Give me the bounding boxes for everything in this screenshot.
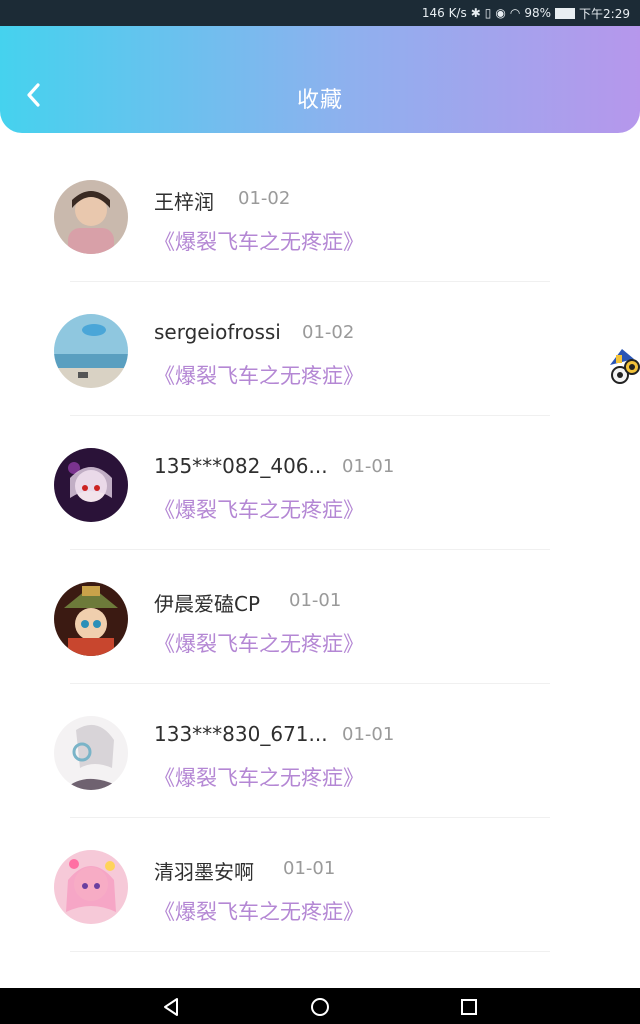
list-item[interactable]: 伊晨爱磕CP 01-01 《爆裂飞车之无疼症》 <box>0 550 640 684</box>
book-title[interactable]: 《爆裂飞车之无疼症》 <box>154 628 364 658</box>
book-title[interactable]: 《爆裂飞车之无疼症》 <box>154 360 364 390</box>
avatar[interactable] <box>54 716 128 790</box>
clock: 下午2:29 <box>579 6 630 21</box>
list-item[interactable]: 135***082_406... 01-01 《爆裂飞车之无疼症》 <box>0 416 640 550</box>
favorite-date: 01-01 <box>342 456 395 477</box>
favorites-list: 王梓润 01-02 《爆裂飞车之无疼症》 sergeiofrossi 01-02… <box>0 148 640 988</box>
list-item[interactable]: 133***830_671... 01-01 《爆裂飞车之无疼症》 <box>0 684 640 818</box>
avatar[interactable] <box>54 582 128 656</box>
battery-icon <box>555 7 576 19</box>
favorite-date: 01-02 <box>302 322 355 343</box>
avatar[interactable] <box>54 448 128 522</box>
avatar[interactable] <box>54 850 128 924</box>
eye-icon: ◉ <box>495 6 506 20</box>
user-name: 王梓润 <box>154 190 214 214</box>
user-name: 133***830_671... <box>154 722 328 746</box>
avatar[interactable] <box>54 180 128 254</box>
book-title[interactable]: 《爆裂飞车之无疼症》 <box>154 762 364 792</box>
floating-action-icon <box>610 349 640 384</box>
page-title: 收藏 <box>296 88 343 113</box>
user-name: 135***082_406... <box>154 454 328 478</box>
list-item[interactable]: 王梓润 01-02 《爆裂飞车之无疼症》 <box>0 148 640 282</box>
divider <box>70 951 550 952</box>
home-nav-button[interactable] <box>309 996 331 1018</box>
user-name: 清羽墨安啊 <box>154 860 254 884</box>
recents-nav-button[interactable] <box>458 996 480 1018</box>
favorite-date: 01-01 <box>342 724 395 745</box>
back-nav-icon <box>164 998 178 1016</box>
favorite-date: 01-01 <box>283 858 336 879</box>
floating-action-button[interactable] <box>604 345 640 389</box>
book-title[interactable]: 《爆裂飞车之无疼症》 <box>154 226 364 256</box>
system-nav-bar <box>0 988 640 1024</box>
bluetooth-icon: ✱ <box>470 6 481 20</box>
back-nav-button[interactable] <box>160 996 182 1018</box>
header-bar: 收藏 <box>0 26 640 133</box>
favorite-date: 01-02 <box>238 188 291 209</box>
wifi-icon: ◠ <box>509 6 521 20</box>
book-title[interactable]: 《爆裂飞车之无疼症》 <box>154 896 364 926</box>
list-item[interactable]: 清羽墨安啊 01-01 《爆裂飞车之无疼症》 <box>0 818 640 952</box>
book-title[interactable]: 《爆裂飞车之无疼症》 <box>154 494 364 524</box>
battery-level: 98% <box>524 6 552 20</box>
user-name: sergeiofrossi <box>154 320 281 344</box>
home-nav-icon <box>311 998 329 1016</box>
avatar[interactable] <box>54 314 128 388</box>
user-name: 伊晨爱磕CP <box>154 592 261 616</box>
status-bar: 146 K/s ✱ ▯ ◉ ◠ 98% 下午2:29 <box>0 0 640 26</box>
vibrate-icon: ▯ <box>484 6 492 20</box>
list-item[interactable]: sergeiofrossi 01-02 《爆裂飞车之无疼症》 <box>0 282 640 416</box>
favorite-date: 01-01 <box>289 590 342 611</box>
recents-nav-icon <box>461 999 477 1015</box>
network-speed: 146 K/s <box>421 6 467 20</box>
